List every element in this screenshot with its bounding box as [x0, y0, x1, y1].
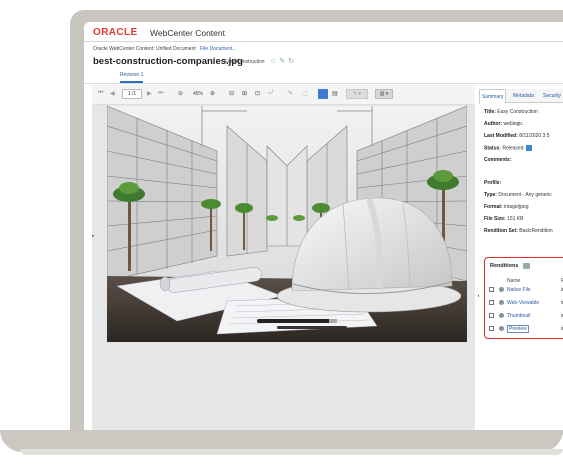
rendition-file-icon — [499, 287, 504, 292]
field-label: Last Modified: — [484, 133, 518, 139]
field-value: 151 KB — [507, 216, 524, 222]
field-status: Status: Released — [484, 145, 533, 152]
rendition-row: Preview im — [489, 324, 563, 334]
renditions-title: Renditions — [490, 263, 519, 269]
field-profile: Profile: — [484, 180, 501, 186]
first-page-icon[interactable]: ⏮ — [98, 90, 103, 97]
field-value: weblogic — [503, 121, 523, 127]
field-value: Easy Construction — [497, 109, 538, 115]
field-label: Comments: — [484, 157, 512, 163]
field-type: Type: Document - Any generic — [484, 192, 552, 198]
document-image — [107, 106, 467, 342]
document-icon[interactable]: ▤ — [332, 90, 338, 97]
info-panel: Summary Metadata Security Title: Easy Co… — [479, 89, 563, 430]
viewer-toolbar: ⏮ ◀ 1 /1 ▶ ⏭ ⊖ 45% ⊕ ⊟ ⊞ ⊡ ⤾ ✎ ⬚ ▤ ✎ ▾ ▥… — [92, 85, 475, 105]
field-label: Format: — [484, 204, 503, 210]
field-label: Title: — [484, 109, 496, 115]
rendition-checkbox[interactable] — [489, 287, 494, 292]
field-author: Author: weblogic — [484, 121, 523, 127]
tab-metadata[interactable]: Metadata — [513, 93, 534, 99]
star-icon[interactable]: ☆ — [270, 58, 279, 65]
rendition-checkbox[interactable] — [489, 300, 494, 305]
field-value: Document - Any generic — [498, 192, 552, 198]
field-label: Author: — [484, 121, 503, 127]
breadcrumb-root[interactable]: Oracle WebCenter Content: Unified Docume… — [93, 46, 196, 52]
field-rendition-set: Rendition Set: BasicRendition — [484, 228, 553, 234]
zoom-out-icon[interactable]: ⊖ — [178, 90, 183, 97]
field-label: File Size: — [484, 216, 506, 222]
app-name: WebCenter Content — [150, 28, 225, 38]
renditions-box: Renditions Name Fo Native File im Web-Vi… — [484, 257, 563, 339]
rendition-row: Thumbnail im — [489, 311, 563, 321]
field-comments: Comments: — [484, 157, 512, 163]
field-label: Type: — [484, 192, 497, 198]
annotate-icon[interactable]: ✎ — [288, 90, 293, 97]
field-label: Profile: — [484, 180, 502, 186]
field-last-modified: Last Modified: 8/11/2020 3:5 — [484, 133, 550, 139]
refresh-icon[interactable]: ↻ — [288, 58, 297, 65]
prev-page-icon[interactable]: ◀ — [110, 90, 115, 97]
layout-dropdown-button[interactable]: ▥ ▾ — [375, 89, 393, 99]
field-title: Title: Easy Construction — [484, 109, 538, 115]
document-subtitle: Easy Construction — [224, 59, 265, 65]
rendition-link[interactable]: Web-Viewable — [507, 300, 539, 306]
field-value: BasicRendition — [519, 228, 553, 234]
next-page-icon[interactable]: ▶ — [147, 90, 152, 97]
field-value: Released — [502, 145, 524, 152]
actual-size-icon[interactable]: ⊡ — [255, 90, 260, 97]
rendition-file-icon — [499, 326, 504, 331]
breadcrumb: Oracle WebCenter Content: Unified Docume… — [93, 46, 237, 52]
title-actions: ☆✎↻ — [270, 57, 297, 65]
field-format: Format: image/jpeg — [484, 204, 528, 210]
rendition-file-icon — [499, 313, 504, 318]
left-panel-toggle-icon[interactable]: ▸ — [92, 233, 97, 243]
rendition-link[interactable]: Thumbnail — [507, 313, 530, 319]
pen-dropdown-button[interactable]: ✎ ▾ — [346, 89, 368, 99]
field-value: image/jpeg — [504, 204, 529, 210]
rotate-icon[interactable]: ⤾ — [268, 90, 273, 97]
last-page-icon[interactable]: ⏭ — [158, 90, 163, 97]
status-icon — [526, 145, 533, 151]
breadcrumb-file-document[interactable]: File Document... — [200, 46, 236, 52]
laptop-base-shadow — [20, 449, 563, 455]
tab-revision-1[interactable]: Revision 1 — [120, 72, 144, 83]
construction-photo — [107, 106, 467, 342]
field-value: 8/11/2020 3:5 — [519, 133, 550, 139]
field-file-size: File Size: 151 KB — [484, 216, 523, 222]
paperclip-icon[interactable]: ✎ — [279, 58, 288, 65]
panel-tabs: Summary Metadata Security — [479, 89, 563, 104]
oracle-logo[interactable]: ORACLE — [93, 27, 138, 38]
fit-page-icon[interactable]: ⊞ — [242, 90, 247, 97]
renditions-list-icon[interactable] — [523, 263, 530, 269]
rendition-row: Native File im — [489, 285, 563, 295]
app-screen: ORACLE WebCenter Content Oracle WebCente… — [84, 22, 563, 430]
fit-width-icon[interactable]: ⊟ — [229, 90, 234, 97]
tab-security[interactable]: Security — [543, 93, 561, 99]
document-title: best-construction-companies.jpg — [93, 56, 243, 67]
renditions-col-name: Name — [507, 278, 521, 284]
rendition-checkbox[interactable] — [489, 326, 494, 331]
single-page-view-button[interactable] — [318, 89, 328, 99]
zoom-in-icon[interactable]: ⊕ — [210, 90, 215, 97]
field-label: Rendition Set: — [484, 228, 518, 234]
rendition-checkbox[interactable] — [489, 313, 494, 318]
rendition-link[interactable]: Native File — [507, 287, 531, 293]
rendition-file-icon — [499, 300, 504, 305]
tab-summary[interactable]: Summary — [479, 89, 507, 104]
top-bar: ORACLE WebCenter Content — [84, 22, 563, 42]
page-number-input[interactable]: 1 /1 — [122, 89, 142, 99]
stage: ORACLE WebCenter Content Oracle WebCente… — [0, 0, 563, 464]
select-icon[interactable]: ⬚ — [302, 90, 308, 97]
zoom-level: 45% — [193, 91, 204, 97]
rendition-row: Web-Viewable im — [489, 298, 563, 308]
rendition-link[interactable]: Preview — [507, 325, 529, 333]
revision-tab-row: Revision 1 — [84, 70, 563, 84]
field-label: Status: — [484, 145, 501, 152]
